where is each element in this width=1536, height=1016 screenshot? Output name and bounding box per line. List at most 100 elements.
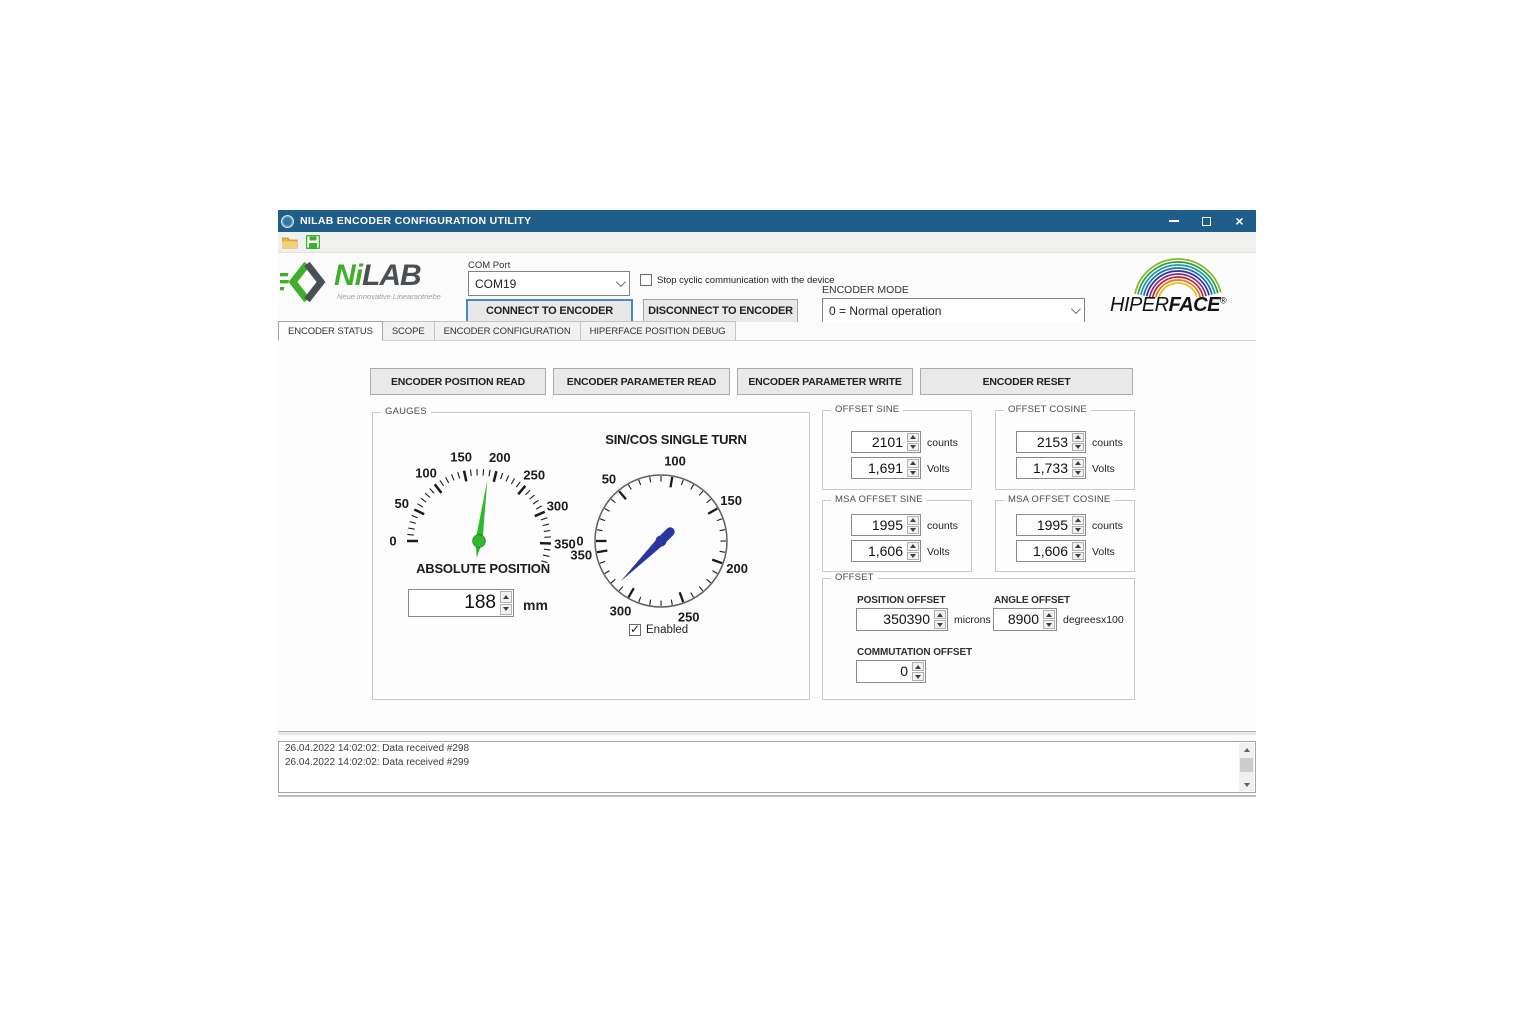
tab-hiperface-position-debug[interactable]: HIPERFACE POSITION DEBUG [580, 321, 736, 340]
spin-down-button[interactable] [1072, 469, 1084, 478]
offset-cosine-counts-input[interactable]: 2153 [1016, 431, 1086, 453]
save-button[interactable] [305, 235, 321, 250]
enabled-label: Enabled [646, 624, 688, 636]
encoder-position-read-button[interactable]: ENCODER POSITION READ [370, 368, 546, 395]
app-icon [281, 215, 294, 228]
commutation-offset-input[interactable]: 0 [856, 660, 926, 683]
scroll-down-button[interactable] [1239, 778, 1254, 791]
offset-cosine-volts-input[interactable]: 1,733 [1016, 457, 1086, 479]
degrees-unit: degreesx100 [1063, 614, 1124, 626]
svg-text:100: 100 [415, 466, 437, 481]
nilab-logo-icon [280, 261, 328, 305]
maximize-button[interactable] [1190, 210, 1223, 232]
hiperface-logo: HIPERFACE® [1106, 257, 1238, 319]
triangle-down-icon [503, 607, 509, 611]
spin-down-button[interactable] [934, 620, 946, 629]
open-file-button[interactable] [282, 235, 298, 250]
svg-text:200: 200 [726, 561, 748, 576]
close-button[interactable]: × [1223, 210, 1256, 232]
tab-encoder-configuration[interactable]: ENCODER CONFIGURATION [434, 321, 581, 340]
log-listbox[interactable]: 26.04.2022 14:02:02: Data received #298 … [278, 741, 1256, 793]
spin-up-button[interactable] [907, 516, 919, 525]
com-port-label: COM Port [468, 260, 510, 271]
encoder-mode-select[interactable]: 0 = Normal operation [822, 298, 1085, 323]
minimize-button[interactable] [1157, 210, 1190, 232]
msa-offset-cosine-counts-input[interactable]: 1995 [1016, 514, 1086, 536]
spin-down-button[interactable] [1072, 552, 1084, 561]
spin-down-button[interactable] [907, 552, 919, 561]
gauges-group: GAUGES 050100150200250300350 ABSOLUTE PO… [372, 412, 810, 700]
spin-up-button[interactable] [907, 542, 919, 551]
spin-up-button[interactable] [1043, 610, 1055, 619]
offset-cosine-title: OFFSET COSINE [1004, 404, 1091, 415]
msa-offset-cosine-group: MSA OFFSET COSINE 1995 counts 1,606 Volt… [995, 500, 1135, 572]
nilab-tagline: Neue innovative Linearantriebe [337, 292, 441, 301]
spin-up-button[interactable] [1072, 433, 1084, 442]
offset-cosine-group: OFFSET COSINE 2153 counts 1,733 Volts [995, 410, 1135, 490]
tab-scope[interactable]: SCOPE [382, 321, 435, 340]
absolute-position-input[interactable]: 188 [408, 589, 514, 617]
triangle-up-icon [503, 595, 509, 599]
save-floppy-icon [306, 235, 320, 249]
spin-up-button[interactable] [1072, 516, 1084, 525]
window-title: NILAB ENCODER CONFIGURATION UTILITY [300, 215, 531, 227]
volts-unit: Volts [927, 463, 950, 475]
connect-button[interactable]: CONNECT TO ENCODER [466, 299, 633, 323]
spin-up-button[interactable] [934, 610, 946, 619]
disconnect-button[interactable]: DISCONNECT TO ENCODER [643, 299, 798, 323]
encoder-reset-button[interactable]: ENCODER RESET [920, 368, 1133, 395]
spin-up-button[interactable] [500, 591, 512, 603]
scroll-up-button[interactable] [1239, 743, 1254, 756]
svg-text:250: 250 [678, 610, 700, 625]
encoder-parameter-read-button[interactable]: ENCODER PARAMETER READ [553, 368, 730, 395]
toolbar [278, 232, 1256, 253]
msa-offset-cosine-volts-input[interactable]: 1,606 [1016, 540, 1086, 562]
log-scrollbar[interactable] [1239, 743, 1254, 791]
spin-down-button[interactable] [1043, 620, 1055, 629]
spin-down-button[interactable] [1072, 443, 1084, 452]
msa-offset-sine-counts-input[interactable]: 1995 [851, 514, 921, 536]
encoder-parameter-write-button[interactable]: ENCODER PARAMETER WRITE [737, 368, 913, 395]
position-offset-label: POSITION OFFSET [857, 595, 946, 606]
window-controls: × [1157, 210, 1256, 232]
spin-up-button[interactable] [907, 459, 919, 468]
spin-down-button[interactable] [907, 526, 919, 535]
close-icon: × [1235, 216, 1243, 226]
log-line: 26.04.2022 14:02:02: Data received #298 [279, 742, 1255, 756]
svg-text:250: 250 [523, 468, 545, 483]
offset-sine-volts-input[interactable]: 1,691 [851, 457, 921, 479]
com-port-select[interactable]: COM19 [468, 271, 630, 296]
volts-unit: Volts [927, 546, 950, 558]
spin-up-button[interactable] [907, 433, 919, 442]
open-folder-icon [282, 236, 298, 249]
stop-cyclic-label: Stop cyclic communication with the devic… [657, 275, 834, 286]
title-bar: NILAB ENCODER CONFIGURATION UTILITY × [278, 210, 1256, 232]
spin-down-button[interactable] [912, 672, 924, 681]
angle-offset-label: ANGLE OFFSET [994, 595, 1070, 606]
screen: NILAB ENCODER CONFIGURATION UTILITY × [0, 0, 1536, 1016]
triangle-up-icon [1244, 748, 1250, 752]
spin-up-button[interactable] [1072, 542, 1084, 551]
microns-unit: microns [954, 614, 991, 626]
offset-group-title: OFFSET [831, 572, 878, 583]
absolute-position-label: ABSOLUTE POSITION [373, 561, 593, 576]
spin-up-button[interactable] [912, 662, 924, 671]
tab-encoder-status[interactable]: ENCODER STATUS [278, 321, 383, 341]
maximize-icon [1202, 217, 1211, 226]
spin-up-button[interactable] [1072, 459, 1084, 468]
spin-down-button[interactable] [1072, 526, 1084, 535]
stop-cyclic-checkbox[interactable]: Stop cyclic communication with the devic… [640, 274, 834, 286]
svg-text:0: 0 [389, 534, 396, 549]
offset-sine-title: OFFSET SINE [831, 404, 903, 415]
offset-sine-counts-input[interactable]: 2101 [851, 431, 921, 453]
angle-offset-input[interactable]: 8900 [993, 608, 1057, 631]
position-offset-input[interactable]: 350390 [856, 608, 948, 631]
msa-offset-cosine-title: MSA OFFSET COSINE [1004, 494, 1114, 505]
spin-down-button[interactable] [907, 443, 919, 452]
msa-offset-sine-volts-input[interactable]: 1,606 [851, 540, 921, 562]
spin-down-button[interactable] [500, 604, 512, 616]
scrollbar-thumb[interactable] [1240, 758, 1253, 772]
spin-down-button[interactable] [907, 469, 919, 478]
svg-text:150: 150 [720, 493, 742, 508]
enabled-checkbox[interactable]: Enabled [629, 624, 688, 636]
